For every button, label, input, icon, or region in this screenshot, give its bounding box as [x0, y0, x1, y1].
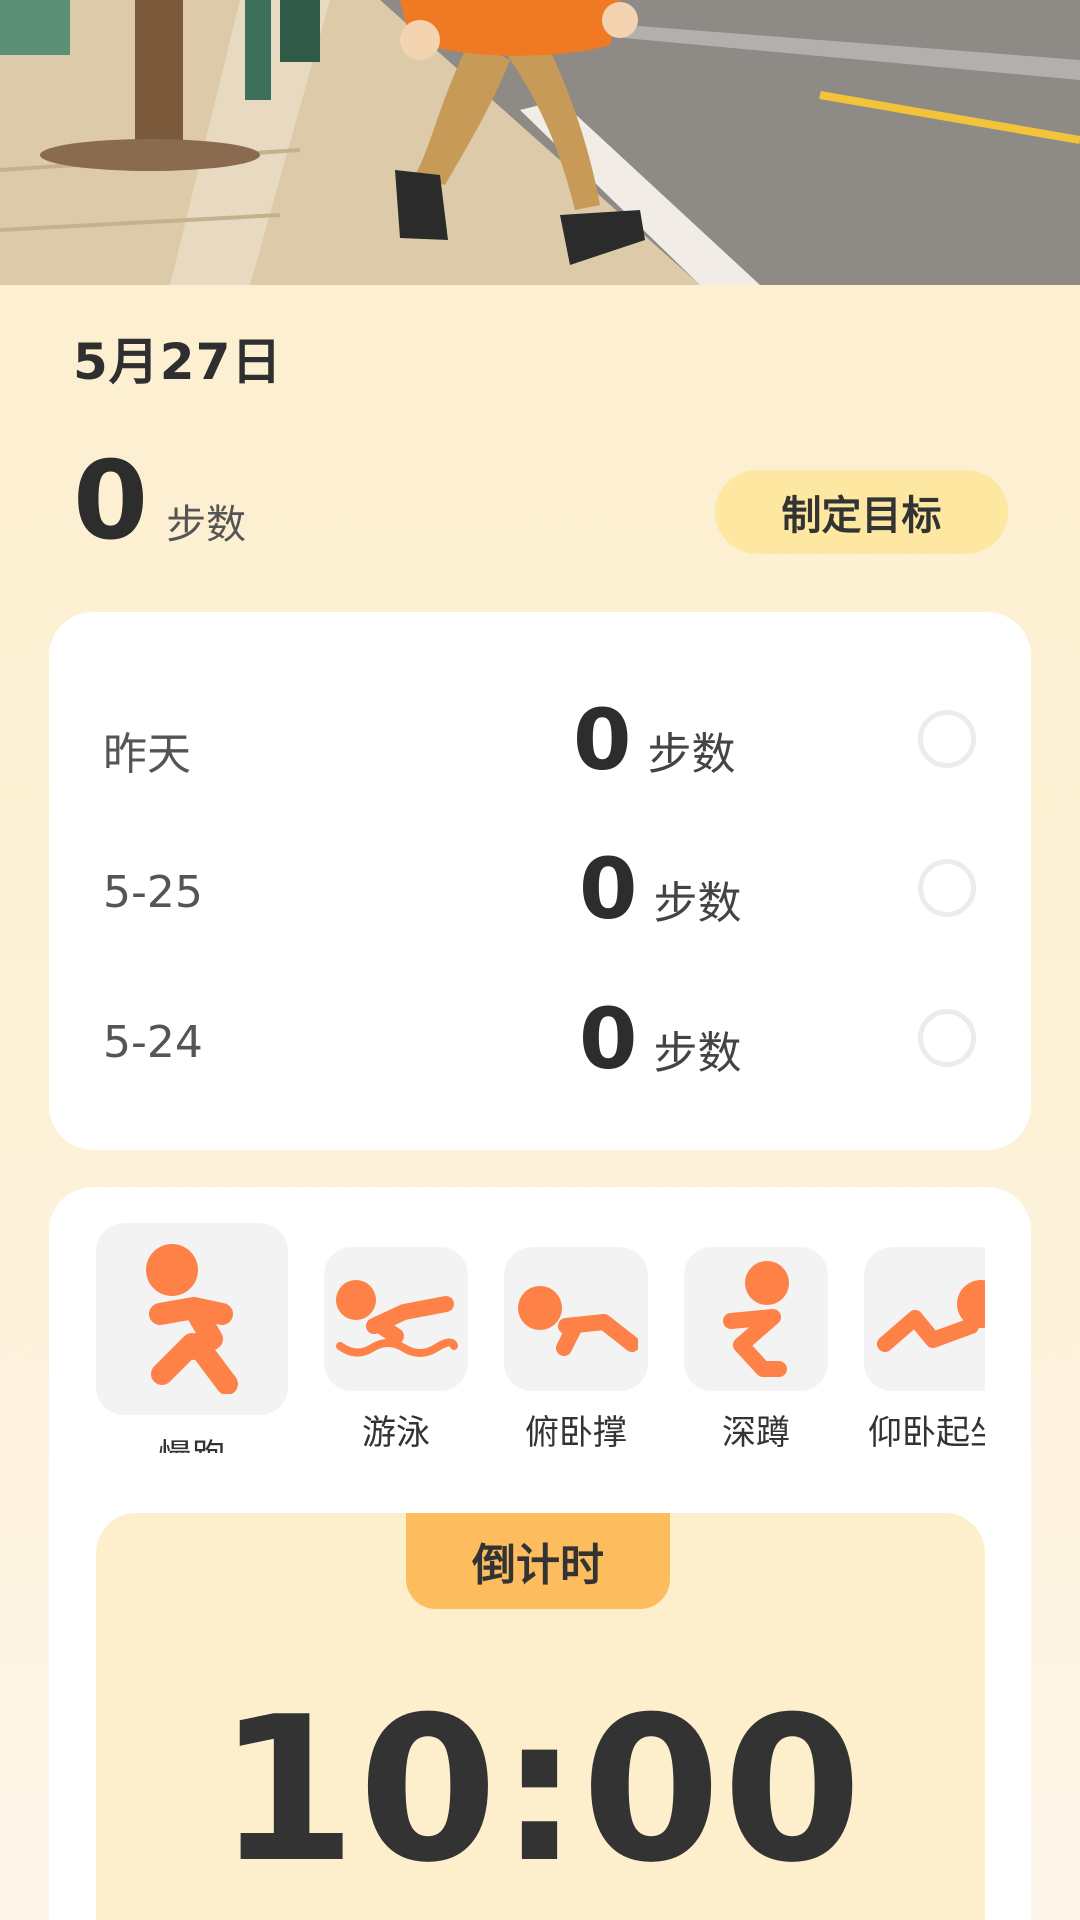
history-steps-count: 0 [579, 840, 638, 938]
history-radio[interactable] [918, 859, 976, 917]
history-date: 昨天 [103, 729, 191, 780]
exercise-tile[interactable] [684, 1247, 828, 1391]
step-history-card: 昨天 0 步数 5-25 0 步数 5-24 0 步数 [49, 612, 1031, 1150]
jogging-icon [146, 1244, 238, 1394]
hero-illustration [0, 0, 1080, 285]
history-steps-unit: 步数 [653, 1028, 742, 1079]
history-steps-count: 0 [579, 990, 638, 1088]
countdown-tab[interactable]: 倒计时 [406, 1513, 670, 1609]
today-steps-count: 0 [73, 439, 149, 564]
squat-icon [723, 1261, 789, 1377]
exercise-situp[interactable]: 仰卧起坐 [864, 1247, 985, 1453]
history-row[interactable]: 5-24 0 步数 [49, 987, 1031, 1087]
exercise-label: 游泳 [362, 1413, 430, 1453]
history-radio[interactable] [918, 710, 976, 768]
swimming-icon [336, 1280, 458, 1357]
exercise-squat[interactable]: 深蹲 [684, 1247, 828, 1453]
walking-person-illustration [0, 0, 1080, 285]
today-steps: 0 步数 [73, 448, 246, 556]
history-steps-unit: 步数 [647, 729, 736, 780]
exercise-pushup[interactable]: 俯卧撑 [504, 1247, 648, 1453]
history-steps: 0 步数 [579, 997, 741, 1081]
today-steps-unit: 步数 [166, 502, 247, 548]
history-steps: 0 步数 [579, 847, 741, 931]
history-steps: 0 步数 [573, 698, 735, 782]
countdown-value[interactable]: 10:00 [96, 1691, 985, 1891]
exercise-label: 仰卧起坐 [868, 1413, 985, 1453]
history-date: 5-24 [103, 1017, 203, 1068]
exercise-tile[interactable] [324, 1247, 468, 1391]
exercise-label: 俯卧撑 [525, 1413, 627, 1453]
history-steps-unit: 步数 [653, 878, 742, 929]
date-label: 5月27日 [73, 333, 283, 391]
history-radio[interactable] [918, 1009, 976, 1067]
situp-icon [877, 1280, 985, 1352]
set-goal-button[interactable]: 制定目标 [715, 470, 1008, 554]
history-row[interactable]: 昨天 0 步数 [49, 688, 1031, 788]
countdown-panel: 倒计时 10:00 [96, 1513, 985, 1920]
exercise-tile[interactable] [96, 1223, 288, 1415]
exercise-label: 深蹲 [722, 1413, 790, 1453]
history-steps-count: 0 [573, 691, 632, 789]
exercise-tile[interactable] [504, 1247, 648, 1391]
exercise-swimming[interactable]: 游泳 [324, 1247, 468, 1453]
exercise-label: 慢跑 [96, 1429, 288, 1453]
history-row[interactable]: 5-25 0 步数 [49, 837, 1031, 937]
pushup-icon [518, 1286, 638, 1356]
exercise-card: 慢跑 游泳 俯卧撑 [49, 1187, 1031, 1920]
exercise-strip[interactable]: 慢跑 游泳 俯卧撑 [96, 1223, 985, 1453]
history-date: 5-25 [103, 867, 203, 918]
exercise-jogging[interactable]: 慢跑 [96, 1223, 288, 1453]
exercise-tile[interactable] [864, 1247, 985, 1391]
